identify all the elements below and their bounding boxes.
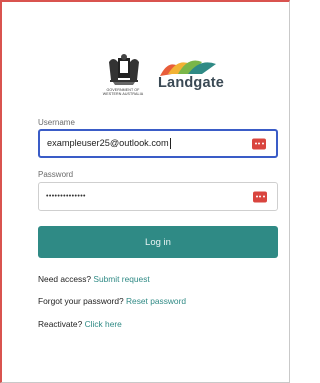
crest-caption: GOVERNMENT OF WESTERN AUSTRALIA xyxy=(97,88,149,96)
password-label: Password xyxy=(38,170,74,179)
username-value[interactable]: exampleuser25@outlook.com xyxy=(47,138,276,150)
crest-caption-line-2: WESTERN AUSTRALIA xyxy=(102,92,144,96)
click-here-link[interactable]: Click here xyxy=(85,319,122,329)
submit-request-link[interactable]: Submit request xyxy=(93,274,149,284)
login-panel: GOVERNMENT OF WESTERN AUSTRALIA Landgate… xyxy=(0,0,290,383)
username-field[interactable]: exampleuser25@outlook.com xyxy=(38,129,278,158)
password-value[interactable]: •••••••••••••• xyxy=(46,193,277,200)
username-label: Username xyxy=(38,118,75,127)
forgot-password-line: Forgot your password? Reset password xyxy=(38,296,186,306)
need-access-line: Need access? Submit request xyxy=(38,274,150,284)
need-access-text: Need access? xyxy=(38,274,92,284)
password-manager-icon[interactable] xyxy=(253,191,267,202)
forgot-password-text: Forgot your password? xyxy=(38,296,124,306)
logo-area: GOVERNMENT OF WESTERN AUSTRALIA Landgate xyxy=(101,52,231,100)
reset-password-link[interactable]: Reset password xyxy=(126,296,186,306)
password-manager-icon[interactable] xyxy=(252,138,266,149)
landgate-wordmark: Landgate xyxy=(158,75,225,91)
text-caret xyxy=(169,138,171,150)
password-field[interactable]: •••••••••••••• xyxy=(38,182,278,211)
reactivate-line: Reactivate? Click here xyxy=(38,319,122,329)
login-button[interactable]: Log in xyxy=(38,226,278,258)
reactivate-text: Reactivate? xyxy=(38,319,83,329)
